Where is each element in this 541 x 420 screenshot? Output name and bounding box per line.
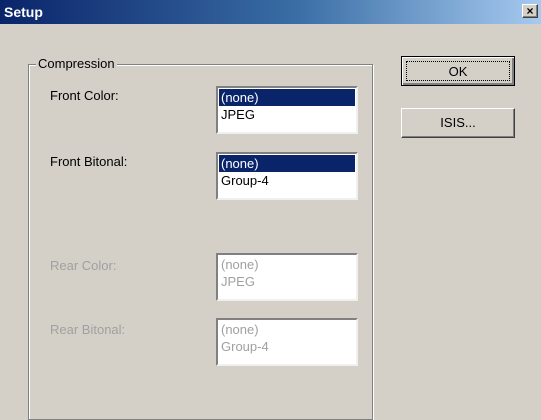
- isis-button-label: ISIS...: [440, 115, 476, 130]
- rear-bitonal-label: Rear Bitonal:: [50, 322, 126, 337]
- list-item: (none): [221, 257, 259, 272]
- isis-button[interactable]: ISIS...: [401, 108, 515, 138]
- front-bitonal-label: Front Bitonal:: [50, 154, 128, 169]
- list-item[interactable]: Group-4: [219, 172, 355, 189]
- list-item[interactable]: (none): [219, 155, 355, 172]
- front-bitonal-listbox[interactable]: (none) Group-4: [216, 152, 358, 200]
- rear-color-label: Rear Color:: [50, 258, 117, 273]
- close-button[interactable]: ×: [522, 4, 538, 18]
- window-title: Setup: [4, 4, 43, 20]
- close-icon: ×: [526, 4, 534, 18]
- list-item: (none): [221, 322, 259, 337]
- title-bar[interactable]: Setup ×: [0, 0, 541, 24]
- rear-color-listbox: (none) JPEG: [216, 253, 358, 301]
- list-item: JPEG: [221, 274, 255, 289]
- front-color-label: Front Color:: [50, 88, 119, 103]
- rear-bitonal-listbox: (none) Group-4: [216, 318, 358, 366]
- compression-legend: Compression: [36, 56, 117, 72]
- list-item: Group-4: [221, 339, 269, 354]
- dialog-body: Compression Front Color: (none) JPEG Fro…: [0, 24, 541, 420]
- list-item[interactable]: (none): [219, 89, 355, 106]
- front-color-listbox[interactable]: (none) JPEG: [216, 86, 358, 134]
- ok-button[interactable]: OK: [401, 56, 515, 86]
- ok-button-label: OK: [406, 61, 510, 81]
- list-item[interactable]: JPEG: [219, 106, 355, 123]
